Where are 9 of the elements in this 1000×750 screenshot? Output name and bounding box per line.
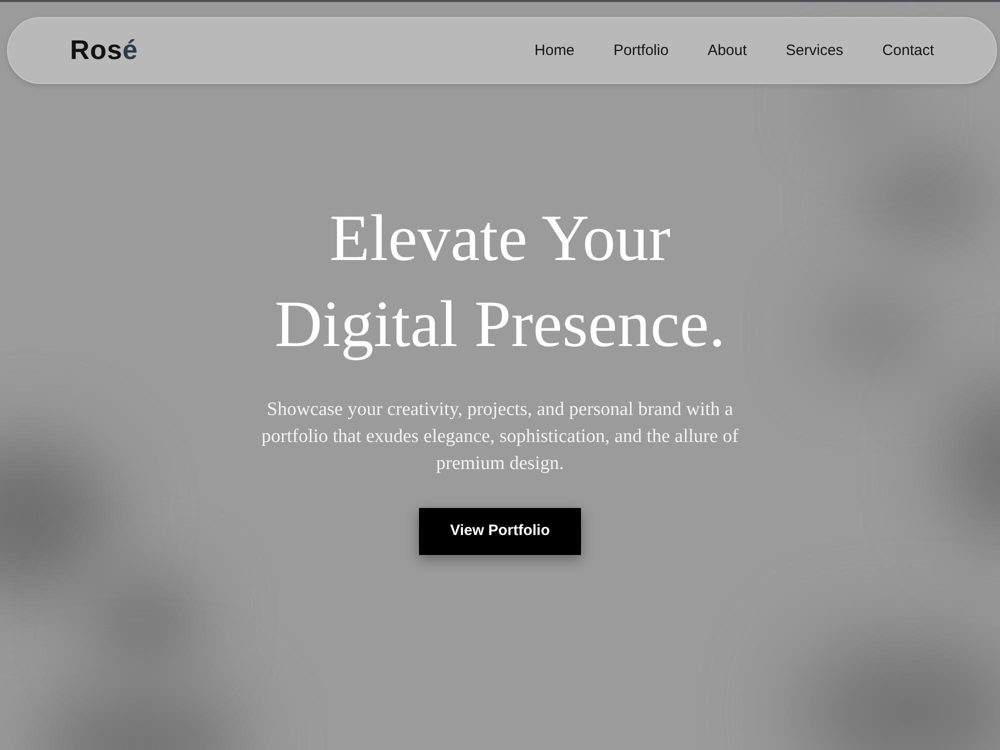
nav-link[interactable]: About — [708, 43, 747, 58]
view-portfolio-button[interactable]: View Portfolio — [419, 508, 581, 555]
nav-link[interactable]: Services — [786, 43, 844, 58]
hero-heading: Elevate Your Digital Presence. — [274, 201, 726, 363]
nav-link[interactable]: Portfolio — [614, 43, 669, 58]
nav-link[interactable]: Contact — [882, 43, 934, 58]
brand-logo[interactable]: Rosé — [70, 37, 138, 64]
nav-link[interactable]: Home — [534, 43, 575, 58]
hero-description: Showcase your creativity, projects, and personal brand with a portfolio that exudes elegance, sophistication, and the allure of premium design. — [260, 398, 740, 476]
